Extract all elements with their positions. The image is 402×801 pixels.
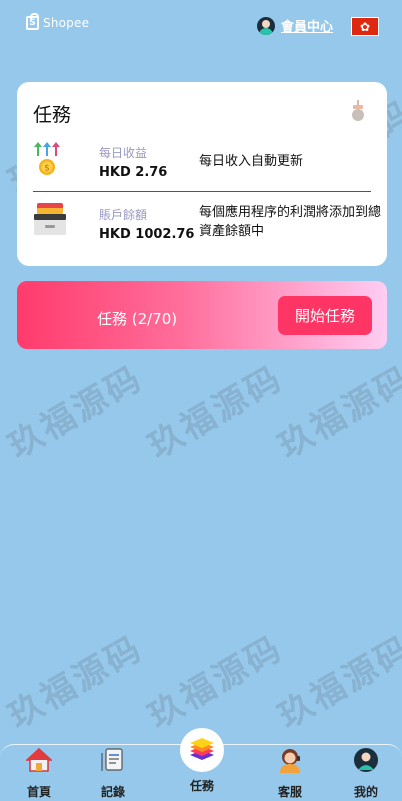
svg-text:$: $ [44, 164, 50, 174]
brand-logo[interactable]: S Shopee [26, 13, 90, 30]
start-task-button[interactable]: 開始任務 [278, 296, 372, 335]
nav-item-support[interactable]: 客服 [260, 747, 320, 800]
nav-item-records[interactable]: 記錄 [83, 747, 143, 800]
nav-label-home: 首頁 [26, 785, 51, 799]
tasks-center-button[interactable] [180, 728, 224, 772]
daily-income-row: $ 每日收益 HKD 2.76 每日收入自動更新 [33, 138, 373, 182]
account-balance-value: HKD 1002.76 [99, 227, 195, 242]
watermark: 玖福源码 [141, 358, 290, 467]
coin-growth-icon: $ [34, 142, 60, 175]
watermark: 玖福源码 [271, 628, 402, 737]
member-center-link[interactable]: 會員中心 [257, 16, 333, 35]
daily-income-desc: 每日收入自動更新 [199, 154, 304, 169]
task-card: 任務 $ 每日收益 HKD 2.76 每日收入自動更新 賬戶餘額 HKD 100… [17, 82, 387, 266]
avatar-icon [257, 16, 275, 35]
nav-label-support: 客服 [277, 785, 302, 799]
wallet-box-icon [34, 203, 66, 235]
profile-icon [354, 748, 378, 772]
daily-income-label: 每日收益 [99, 146, 148, 160]
nav-label-tasks: 任務 [189, 779, 214, 793]
task-progress-bar: 任務 (2/70) 開始任務 [17, 281, 387, 349]
member-center-label: 會員中心 [281, 20, 334, 35]
watermark: 玖福源码 [271, 358, 402, 467]
nav-item-profile[interactable]: 我的 [336, 747, 396, 800]
tasks-icon [190, 738, 214, 760]
account-balance-row: 賬戶餘額 HKD 1002.76 每個應用程序的利潤將添加到總資產餘額中 [33, 200, 381, 244]
account-balance-desc: 每個應用程序的利潤將添加到總資產餘額中 [199, 205, 382, 239]
divider [33, 191, 371, 192]
nav-item-home[interactable]: 首頁 [9, 747, 69, 800]
watermark: 玖福源码 [1, 358, 150, 467]
hanging-ornament-icon [352, 100, 364, 121]
nav-label-records: 記錄 [100, 785, 125, 799]
card-title: 任務 [33, 104, 72, 126]
hong-kong-flag-icon[interactable]: ✿ [351, 17, 379, 36]
nav-item-tasks[interactable]: 任務 [172, 771, 232, 794]
account-balance-label: 賬戶餘額 [99, 208, 148, 222]
daily-income-value: HKD 2.76 [99, 165, 168, 180]
brand-name: Shopee [43, 16, 90, 30]
nav-label-profile: 我的 [353, 785, 378, 799]
support-icon [280, 749, 300, 773]
top-bar: S Shopee 會員中心 ✿ [0, 0, 402, 58]
watermark: 玖福源码 [141, 628, 290, 737]
task-count: 任務 (2/70) [97, 310, 178, 328]
home-icon [25, 747, 53, 772]
shopping-bag-icon: S [26, 13, 39, 30]
watermark: 玖福源码 [1, 628, 150, 737]
records-icon [101, 748, 123, 771]
